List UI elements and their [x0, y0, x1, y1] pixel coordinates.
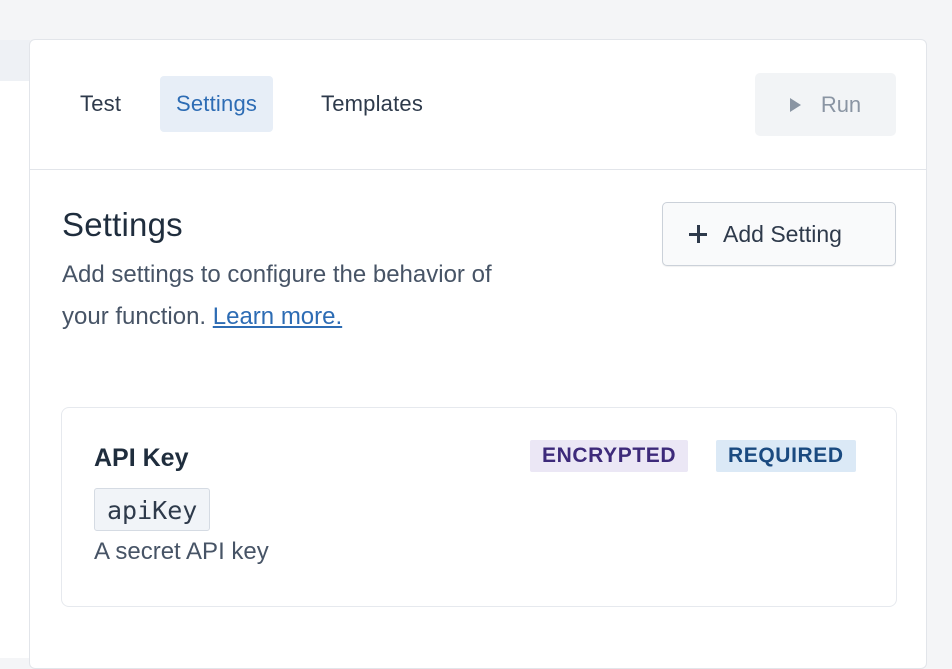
tab-test[interactable]: Test: [64, 76, 137, 132]
section-description: Add settings to configure the behavior o…: [62, 254, 492, 338]
left-sidebar-strip: [0, 40, 30, 658]
function-editor-panel: Test Settings Templates Run Settings Add…: [29, 39, 927, 669]
left-sidebar-row[interactable]: [0, 40, 30, 81]
add-setting-button[interactable]: Add Setting: [662, 202, 896, 266]
tab-bar: Test Settings Templates Run: [30, 40, 926, 170]
setting-description: A secret API key: [94, 538, 269, 565]
required-badge: REQUIRED: [716, 440, 856, 472]
run-button-label: Run: [820, 91, 862, 117]
setting-card[interactable]: API Key ENCRYPTED REQUIRED apiKey A secr…: [61, 407, 897, 607]
run-button[interactable]: Run: [755, 73, 896, 136]
page-title: Settings: [62, 206, 183, 243]
setting-name: API Key: [94, 444, 189, 472]
play-icon: [789, 97, 801, 112]
tab-settings[interactable]: Settings: [160, 76, 274, 132]
add-setting-label: Add Setting: [723, 220, 842, 247]
learn-more-link[interactable]: Learn more.: [213, 303, 342, 330]
setting-key: apiKey: [94, 488, 211, 531]
plus-icon: [689, 225, 707, 243]
tab-templates[interactable]: Templates: [305, 76, 439, 132]
encrypted-badge: ENCRYPTED: [530, 440, 689, 472]
